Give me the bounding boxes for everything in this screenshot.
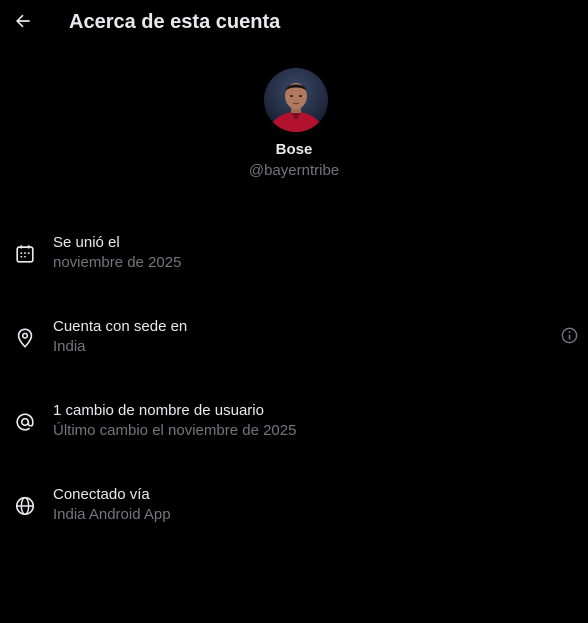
joined-row: Se unió el noviembre de 2025 — [0, 234, 588, 290]
avatar-image — [264, 68, 328, 132]
joined-label: Se unió el — [53, 234, 120, 251]
page-title: Acerca de esta cuenta — [69, 11, 281, 33]
arrow-left-icon — [16, 14, 30, 28]
username-changes-detail: Último cambio el noviembre de 2025 — [53, 422, 297, 439]
profile-handle: @bayerntribe — [248, 162, 340, 179]
location-row: Cuenta con sede en India — [0, 318, 588, 374]
username-changes-row: 1 cambio de nombre de usuario Último cam… — [0, 402, 588, 458]
info-icon[interactable] — [559, 325, 579, 345]
back-button[interactable] — [12, 10, 34, 32]
connected-via-label: Conectado vía — [53, 486, 150, 503]
calendar-icon — [14, 243, 36, 265]
location-label: Cuenta con sede en — [53, 318, 188, 335]
location-value: India — [53, 338, 86, 355]
avatar[interactable] — [264, 68, 328, 132]
top-bar: Acerca de esta cuenta — [0, 0, 588, 44]
connected-via-row: Conectado vía India Android App — [0, 486, 588, 542]
username-changes-label: 1 cambio de nombre de usuario — [53, 402, 264, 419]
profile-name: Bose — [275, 141, 313, 158]
at-sign-icon — [14, 411, 36, 433]
connected-via-value: India Android App — [53, 506, 171, 523]
joined-date: noviembre de 2025 — [53, 254, 182, 271]
location-pin-icon — [14, 327, 36, 349]
globe-icon — [14, 495, 36, 517]
